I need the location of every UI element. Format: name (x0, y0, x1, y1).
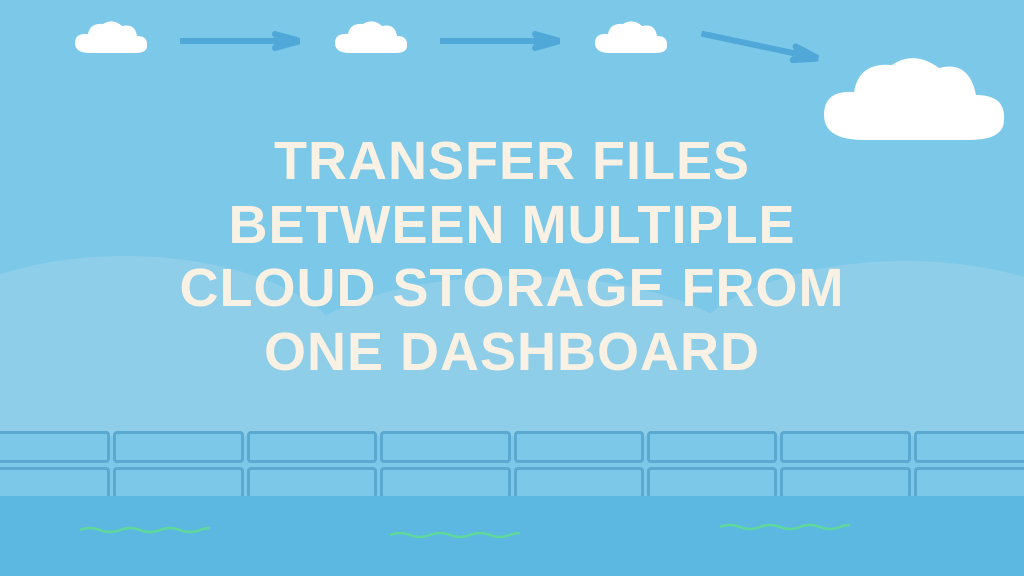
container-box (514, 467, 644, 499)
container-box (247, 431, 377, 463)
container-row (0, 431, 1024, 463)
container-row (0, 467, 1024, 499)
container-box (647, 431, 777, 463)
container-box (914, 467, 1024, 499)
container-box (0, 467, 110, 499)
container-stack (0, 431, 1024, 501)
arrow-icon (699, 23, 821, 68)
container-box (380, 467, 510, 499)
container-box (914, 431, 1024, 463)
container-box (647, 467, 777, 499)
headline-line: CLOUD STORAGE FROM (0, 257, 1024, 321)
arrow-icon (440, 31, 560, 51)
cloud-icon (330, 18, 410, 63)
container-box (780, 431, 910, 463)
cloud-icon (70, 18, 150, 63)
wave-icon (720, 518, 850, 526)
headline-line: BETWEEN MULTIPLE (0, 194, 1024, 258)
container-box (113, 467, 243, 499)
container-box (780, 467, 910, 499)
container-box (380, 431, 510, 463)
headline-line: TRANSFER FILES (0, 130, 1024, 194)
headline: TRANSFER FILES BETWEEN MULTIPLE CLOUD ST… (0, 130, 1024, 385)
cloud-flow (70, 18, 820, 63)
wave-icon (390, 526, 520, 534)
headline-line: ONE DASHBOARD (0, 321, 1024, 385)
container-box (0, 431, 110, 463)
arrow-icon (180, 31, 300, 51)
cloud-icon (590, 18, 670, 63)
container-box (514, 431, 644, 463)
water-section (0, 496, 1024, 576)
wave-icon (80, 521, 210, 529)
container-box (113, 431, 243, 463)
container-box (247, 467, 377, 499)
